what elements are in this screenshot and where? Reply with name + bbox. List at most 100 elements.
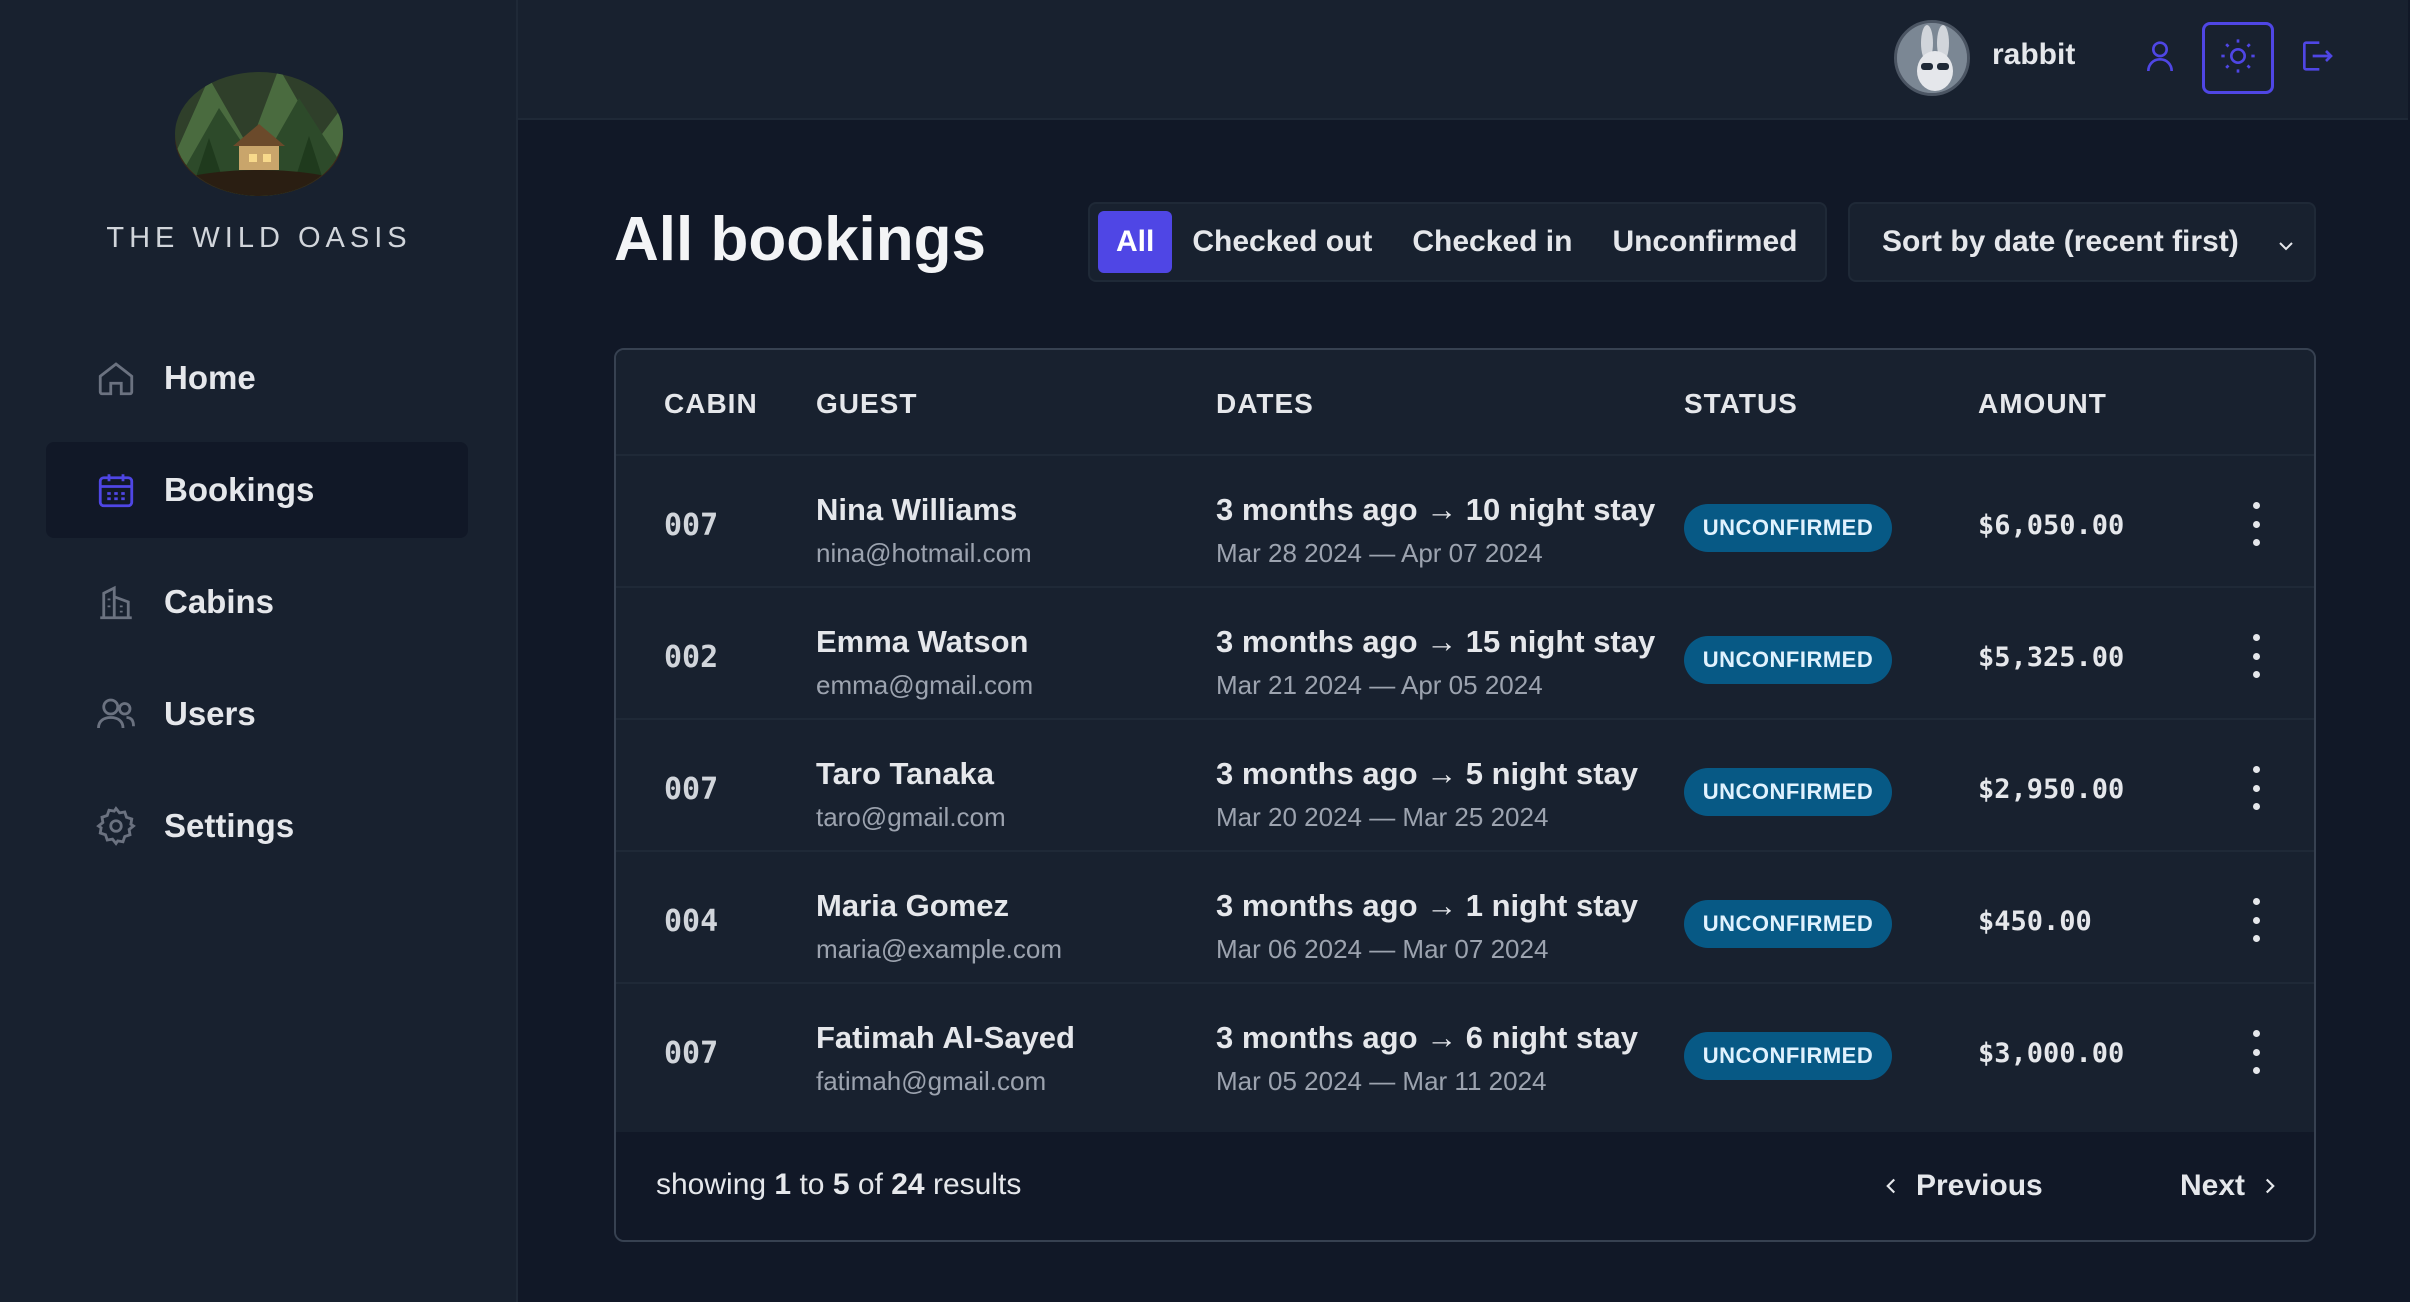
sidebar-item-label: Cabins (164, 583, 275, 620)
dots-vertical-icon (2252, 1030, 2260, 1037)
dots-vertical-icon (2252, 502, 2260, 509)
sidebar-nav: Home Bookings Cabins Users Settings (46, 330, 468, 890)
next-label: Next (2180, 1169, 2246, 1202)
row-menu-button[interactable] (2236, 898, 2276, 942)
stay-summary: 3 months ago → 15 night stay (1216, 624, 1656, 659)
table-row: 004 Maria Gomez maria@example.com 3 mont… (616, 852, 2314, 984)
row-menu-button[interactable] (2236, 502, 2276, 546)
status-badge: UNCONFIRMED (1684, 1032, 1892, 1080)
sidebar-item-label: Home (164, 359, 256, 396)
bookings-table: CABIN GUEST DATES STATUS AMOUNT 007 Nina… (614, 348, 2316, 1242)
status-badge: UNCONFIRMED (1684, 636, 1892, 684)
sort-selected-value: Sort by date (recent first) (1882, 225, 2239, 258)
table-row: 002 Emma Watson emma@gmail.com 3 months … (616, 588, 2314, 720)
page-title: All bookings (614, 205, 986, 274)
sun-icon (2218, 36, 2258, 81)
dots-vertical-icon (2252, 898, 2260, 905)
filter-unconfirmed[interactable]: Unconfirmed (1592, 211, 1817, 273)
results-from: 1 (774, 1168, 792, 1201)
booking-amount: $450.00 (1978, 906, 2092, 937)
theme-toggle-button[interactable] (2202, 22, 2274, 94)
cabin-number: 007 (664, 1036, 719, 1071)
table-header: CABIN GUEST DATES STATUS AMOUNT (616, 350, 2314, 456)
results-to: 5 (832, 1168, 850, 1201)
row-menu-button[interactable] (2236, 1030, 2276, 1074)
table-footer: showing 1 to 5 of 24 results Previous Ne… (616, 1132, 2314, 1240)
table-row: 007 Nina Williams nina@hotmail.com 3 mon… (616, 456, 2314, 588)
results-prefix: showing (656, 1168, 767, 1201)
logo: THE WILD OASIS (0, 58, 518, 255)
sidebar-item-home[interactable]: Home (46, 330, 468, 426)
next-page-button[interactable]: Next (2180, 1158, 2283, 1214)
stay-summary: 3 months ago → 10 night stay (1216, 492, 1656, 527)
user-icon (2140, 36, 2180, 81)
status-badge: UNCONFIRMED (1684, 900, 1892, 948)
column-header-status: STATUS (1684, 388, 1798, 419)
gear-icon (94, 804, 138, 848)
cabin-number: 007 (664, 508, 719, 543)
stay-dates: Mar 20 2024 — Mar 25 2024 (1216, 802, 1549, 832)
sidebar-item-settings[interactable]: Settings (46, 778, 468, 874)
top-bar: rabbit (518, 0, 2408, 120)
chevron-down-icon (2274, 232, 2298, 266)
sidebar-item-bookings[interactable]: Bookings (46, 442, 468, 538)
dots-vertical-icon (2252, 634, 2260, 641)
row-menu-button[interactable] (2236, 766, 2276, 810)
guest-email: maria@example.com (816, 934, 1063, 964)
guest-name: Fatimah Al-Sayed (816, 1020, 1075, 1055)
guest-name: Maria Gomez (816, 888, 1009, 923)
dots-vertical-icon (2252, 766, 2260, 773)
stay-summary: 3 months ago → 6 night stay (1216, 1020, 1638, 1055)
previous-label: Previous (1916, 1169, 2043, 1202)
results-of-word: of (857, 1168, 883, 1201)
row-menu-button[interactable] (2236, 634, 2276, 678)
column-header-cabin: CABIN (664, 388, 758, 419)
guest-email: emma@gmail.com (816, 670, 1034, 700)
sidebar-item-label: Settings (164, 807, 295, 844)
calendar-icon (94, 468, 138, 512)
results-total: 24 (891, 1168, 925, 1201)
avatar[interactable] (1894, 20, 1970, 96)
account-button[interactable] (2124, 22, 2196, 94)
users-icon (94, 692, 138, 736)
sidebar-item-label: Users (164, 695, 256, 732)
guest-name: Nina Williams (816, 492, 1018, 527)
logout-icon (2296, 36, 2336, 81)
guest-email: fatimah@gmail.com (816, 1066, 1047, 1096)
booking-amount: $2,950.00 (1978, 774, 2125, 805)
filter-checked-out[interactable]: Checked out (1172, 211, 1392, 273)
booking-amount: $3,000.00 (1978, 1038, 2125, 1069)
filter-checked-in[interactable]: Checked in (1392, 211, 1592, 273)
table-row: 007 Taro Tanaka taro@gmail.com 3 months … (616, 720, 2314, 852)
column-header-dates: DATES (1216, 388, 1314, 419)
logout-button[interactable] (2280, 22, 2352, 94)
guest-email: nina@hotmail.com (816, 538, 1032, 568)
building-icon (94, 580, 138, 624)
sort-select[interactable]: Sort by date (recent first) (1848, 202, 2316, 282)
brand-name: THE WILD OASIS (106, 222, 412, 254)
cabin-number: 007 (664, 772, 719, 807)
stay-dates: Mar 21 2024 — Apr 05 2024 (1216, 670, 1543, 700)
main-content: rabbit All bookings All Checked out Chec… (518, 0, 2410, 1302)
booking-amount: $6,050.00 (1978, 510, 2125, 541)
sidebar-item-label: Bookings (164, 471, 315, 508)
filter-all[interactable]: All (1098, 211, 1173, 273)
results-suffix: results (932, 1168, 1022, 1201)
stay-summary: 3 months ago → 5 night stay (1216, 756, 1638, 791)
status-badge: UNCONFIRMED (1684, 504, 1892, 552)
status-filter: All Checked out Checked in Unconfirmed (1088, 202, 1828, 282)
cabin-number: 004 (664, 904, 719, 939)
chevron-left-icon (1878, 1173, 1904, 1199)
results-to-word: to (799, 1168, 825, 1201)
sidebar-item-cabins[interactable]: Cabins (46, 554, 468, 650)
stay-dates: Mar 05 2024 — Mar 11 2024 (1216, 1066, 1547, 1096)
guest-name: Taro Tanaka (816, 756, 995, 791)
previous-page-button[interactable]: Previous (1878, 1158, 2043, 1214)
status-badge: UNCONFIRMED (1684, 768, 1892, 816)
results-summary: showing 1 to 5 of 24 results (656, 1168, 1021, 1202)
sidebar-item-users[interactable]: Users (46, 666, 468, 762)
column-header-amount: AMOUNT (1978, 388, 2107, 419)
stay-dates: Mar 28 2024 — Apr 07 2024 (1216, 538, 1543, 568)
guest-name: Emma Watson (816, 624, 1029, 659)
username: rabbit (1992, 38, 2076, 71)
